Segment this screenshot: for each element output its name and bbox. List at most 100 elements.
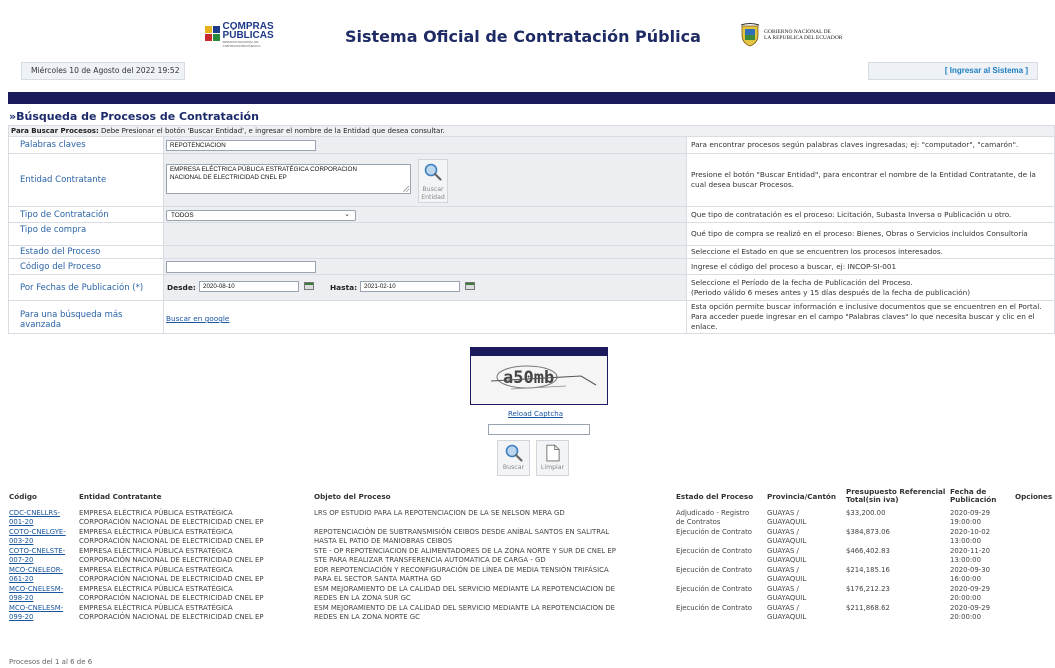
advanced-row: Para una búsqueda más avanzada Buscar en…	[8, 301, 1055, 334]
header-entity: Entidad Contratante	[79, 492, 162, 501]
gov-logo-line2: LA REPUBLICA DEL ECUADOR	[764, 35, 843, 41]
code-input[interactable]	[166, 261, 316, 273]
status-cell: Ejecución de Contrato	[676, 528, 752, 537]
entity-textarea[interactable]: EMPRESA ELÉCTRICA PÚBLICA ESTRATÉGICA CO…	[166, 164, 411, 194]
entity-cell-line2: CORPORACIÓN NACIONAL DE ELECTRICIDAD CNE…	[79, 518, 264, 526]
province-cell-line1: GUAYAS /	[767, 528, 799, 536]
search-button-label: Buscar	[502, 464, 525, 471]
entity-cell-line1: EMPRESA ELÉCTRICA PÚBLICA ESTRATÉGICA	[79, 585, 233, 593]
province-cell-line1: GUAYAS /	[767, 547, 799, 555]
magnifier-icon	[424, 163, 442, 181]
dates-row: Por Fechas de Publicación (*) Desde: 202…	[8, 275, 1055, 301]
date-cell: 2020-11-20 13:00:00	[950, 547, 990, 565]
entity-cell-line1: EMPRESA ELÉCTRICA PÚBLICA ESTRATÉGICA	[79, 509, 233, 517]
chevron-down-icon: ⌄	[344, 211, 350, 218]
process-code-link[interactable]: MCO-CNELEOR- 061-20	[9, 566, 63, 584]
province-cell: GUAYAS / GUAYAQUIL	[767, 528, 806, 546]
keywords-input[interactable]: REPOTENCIACION	[166, 140, 316, 151]
process-code-link[interactable]: MCO-CNELESM- 099-20	[9, 604, 63, 622]
captcha-input[interactable]	[488, 424, 590, 435]
search-entity-label1: Buscar	[422, 186, 444, 193]
province-cell-line1: GUAYAS /	[767, 585, 799, 593]
object-cell-line2: REDES EN LA ZONA NORTE GC	[314, 613, 420, 621]
status-row: Estado del Proceso Seleccione el Estado …	[8, 246, 1055, 259]
budget-cell: $211,868.62	[846, 604, 890, 613]
object-cell: REPOTENCIACIÓN DE SUBTRANSMISIÓN CEIBOS …	[314, 528, 609, 546]
process-code-link-line2: 099-20	[9, 613, 34, 621]
google-search-link[interactable]: Buscar en google	[166, 314, 229, 323]
status-cell-line1: Ejecución de Contrato	[676, 547, 753, 555]
to-date-input[interactable]: 2021-02-10	[360, 281, 460, 292]
advanced-help: Esta opción permite buscar información e…	[691, 302, 1042, 331]
process-code-link[interactable]: MCO-CNELESM- 098-20	[9, 585, 63, 603]
date-cell-line2: 16:00:00	[950, 575, 981, 583]
province-cell-line1: GUAYAS /	[767, 509, 799, 517]
status-cell: Ejecución de Contrato	[676, 566, 752, 575]
object-cell-line1: REPOTENCIACIÓN DE SUBTRANSMISIÓN CEIBOS …	[314, 528, 610, 536]
entity-cell: EMPRESA ELÉCTRICA PÚBLICA ESTRATÉGICA COR…	[79, 528, 264, 546]
current-date: Miércoles 10 de Agosto del 2022 19:52	[21, 62, 185, 80]
budget-cell: $176,212.23	[846, 585, 890, 594]
code-help: Ingrese el código del proceso a buscar, …	[691, 261, 897, 271]
province-cell: GUAYAS / GUAYAQUIL	[767, 566, 806, 584]
entity-value-line1: EMPRESA ELÉCTRICA PÚBLICA ESTRATÉGICA CO…	[170, 166, 357, 173]
entity-cell-line2: CORPORACIÓN NACIONAL DE ELECTRICIDAD CNE…	[79, 556, 264, 564]
process-code-link[interactable]: COTO-CNELGYE- 003-20	[9, 528, 66, 546]
process-code-link-line1: COTO-CNELGYE-	[9, 528, 66, 536]
object-cell: STE - OP REPOTENCIACION DE ALIMENTADORES…	[314, 547, 616, 565]
budget-cell: $214,185.16	[846, 566, 890, 575]
status-help: Seleccione el Estado en que se encuentre…	[691, 247, 943, 256]
resize-handle-icon[interactable]	[403, 186, 409, 192]
process-code-link[interactable]: CDC-CNELLRS- 001-20	[9, 509, 60, 527]
login-link[interactable]: [ Ingresar al Sistema ]	[868, 62, 1038, 80]
date-cell-line2: 13:00:00	[950, 556, 981, 564]
table-row: MCO-CNELESM- 099-20 EMPRESA ELÉCTRICA PÚBL…	[0, 604, 1055, 623]
code-row: Código del Proceso Ingrese el código del…	[8, 259, 1055, 275]
clear-button[interactable]: Limpiar	[536, 440, 569, 476]
status-label: Estado del Proceso	[9, 246, 164, 258]
search-entity-button[interactable]: Buscar Entidad	[418, 159, 448, 203]
process-code-link[interactable]: COTO-CNELSTE- 007-20	[9, 547, 65, 565]
object-cell-line2: HASTA EL PATIO DE MANIOBRAS CEIBOS	[314, 537, 453, 545]
date-cell: 2020-09-29 20:00:00	[950, 604, 990, 622]
contract-type-select[interactable]: TODOS ⌄	[166, 210, 356, 221]
province-cell-line1: GUAYAS /	[767, 604, 799, 612]
date-cell-line1: 2020-09-29	[950, 509, 991, 517]
magnifier-icon	[505, 444, 523, 462]
search-entity-label2: Entidad	[421, 194, 445, 201]
budget-cell: $466,402.83	[846, 547, 890, 556]
table-row: MCO-CNELEOR- 061-20 EMPRESA ELÉCTRICA PÚBL…	[0, 566, 1055, 585]
keywords-help: Para encontrar procesos según palabras c…	[691, 140, 1019, 149]
header-object: Objeto del Proceso	[314, 492, 391, 501]
status-cell-line2: de Contratos	[676, 518, 721, 526]
from-date-input[interactable]: 2020-08-10	[199, 281, 299, 292]
status-cell-line1: Ejecución de Contrato	[676, 585, 753, 593]
to-calendar-icon[interactable]	[465, 282, 475, 290]
budget-cell-line1: $384,873.06	[846, 528, 890, 536]
dates-help: Seleccione el Período de la fecha de Pub…	[687, 275, 1054, 300]
date-cell-line2: 19:00:00	[950, 518, 981, 526]
status-cell-line1: Ejecución de Contrato	[676, 528, 753, 536]
reload-captcha-link[interactable]: Reload Captcha	[508, 410, 563, 418]
from-calendar-icon[interactable]	[304, 282, 314, 290]
to-label: Hasta:	[330, 283, 358, 292]
date-cell-line1: 2020-09-29	[950, 585, 991, 593]
object-cell: LRS OP ESTUDIO PARA LA REPOTENCIACION DE…	[314, 509, 565, 518]
date-cell-line2: 13:00:00	[950, 537, 981, 545]
date-cell: 2020-09-29 20:00:00	[950, 585, 990, 603]
status-cell-line1: Adjudicado - Registro	[676, 509, 750, 517]
header-date: Fecha de Publicación	[950, 488, 996, 504]
header-code: Código	[9, 492, 37, 501]
code-label: Código del Proceso	[9, 259, 164, 274]
process-code-link-line1: MCO-CNELESM-	[9, 585, 64, 593]
site-title: Sistema Oficial de Contratación Pública	[345, 27, 701, 46]
province-cell-line2: GUAYAQUIL	[767, 575, 807, 583]
entity-cell-line2: CORPORACIÓN NACIONAL DE ELECTRICIDAD CNE…	[79, 575, 264, 583]
status-cell: Ejecución de Contrato	[676, 604, 752, 613]
date-cell: 2020-09-29 19:00:00	[950, 509, 990, 527]
entity-cell-line1: EMPRESA ELÉCTRICA PÚBLICA ESTRATÉGICA	[79, 604, 233, 612]
entity-row: Entidad Contratante EMPRESA ELÉCTRICA PÚ…	[8, 154, 1055, 207]
search-button[interactable]: Buscar	[497, 440, 530, 476]
province-cell: GUAYAS / GUAYAQUIL	[767, 547, 806, 565]
purchase-type-help: Qué tipo de compra se realizó en el proc…	[691, 229, 1028, 238]
